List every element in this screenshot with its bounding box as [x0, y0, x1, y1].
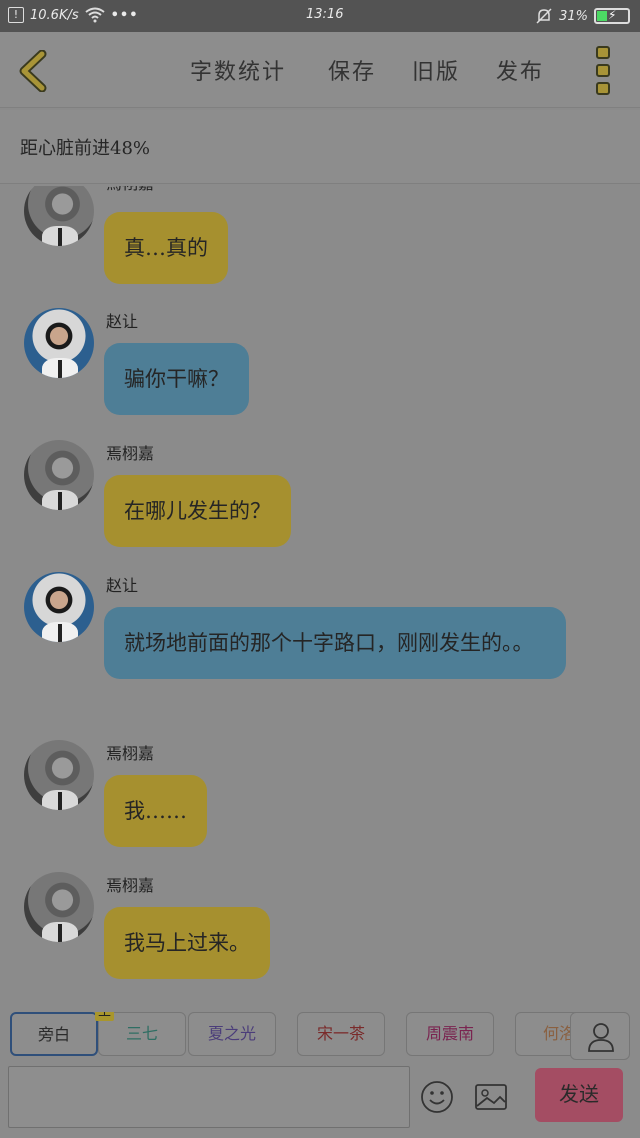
- person-icon: [588, 1023, 614, 1052]
- avatar[interactable]: [24, 440, 94, 510]
- sender-name: 焉栩嘉: [106, 744, 155, 763]
- status-left: ! 10.6K/s •••: [8, 7, 139, 23]
- bell-muted-icon: [536, 8, 552, 24]
- sender-name: 赵让: [106, 312, 139, 331]
- save-button[interactable]: 保存: [328, 54, 376, 86]
- role-narrator[interactable]: 旁白: [10, 1012, 98, 1056]
- more-menu-icon: [596, 46, 610, 59]
- role-xia-zhiguang[interactable]: 夏之光: [188, 1012, 276, 1056]
- avatar[interactable]: [24, 572, 94, 642]
- message-bubble[interactable]: 就场地前面的那个十字路口，刚刚发生的。。: [104, 607, 566, 679]
- battery-icon: ⚡: [594, 8, 630, 24]
- status-right: 31% ⚡: [535, 7, 630, 25]
- avatar[interactable]: [24, 186, 94, 246]
- sender-name: 赵让: [106, 576, 139, 595]
- role-selector[interactable]: 旁白 主 三七 夏之光 宋一茶 周震南 何洛: [0, 1012, 580, 1060]
- role-sanqi[interactable]: 主 三七: [95, 1012, 186, 1056]
- progress-text: 距心脏前进48%: [20, 138, 151, 159]
- sender-name: 焉栩嘉: [106, 444, 155, 463]
- old-version-button[interactable]: 旧版: [412, 54, 460, 86]
- composer-bar: 旁白 主 三七 夏之光 宋一茶 周震南 何洛: [0, 990, 640, 1138]
- top-toolbar: 字数统计 保存 旧版 发布: [0, 32, 640, 108]
- progress-banner: 距心脏前进48%: [0, 110, 640, 184]
- main-role-badge: 主: [95, 1012, 115, 1021]
- role-label: 旁白: [37, 1025, 70, 1044]
- status-time: 13:16: [306, 7, 344, 22]
- emoji-icon: [421, 1081, 453, 1113]
- sender-name: 焉栩嘉: [106, 876, 155, 895]
- message-bubble[interactable]: 我马上过来。: [104, 907, 270, 979]
- role-zhou-zhennan[interactable]: 周震南: [406, 1012, 494, 1056]
- role-label: 宋一茶: [316, 1024, 365, 1043]
- network-speed: 10.6K/s: [30, 7, 79, 23]
- chat-list[interactable]: 焉栩嘉 真…真的 赵让 骗你干嘛？ 焉栩嘉 在哪儿发生的？ 赵让 就场地前面的那…: [0, 186, 640, 990]
- send-button[interactable]: 发送: [535, 1068, 623, 1122]
- status-bar: ! 10.6K/s ••• 13:16 31% ⚡: [0, 0, 640, 32]
- role-manage-button[interactable]: [570, 1012, 630, 1060]
- avatar[interactable]: [24, 308, 94, 378]
- role-label: 夏之光: [207, 1024, 256, 1043]
- avatar[interactable]: [24, 740, 94, 810]
- battery-percent: 31%: [559, 8, 588, 24]
- emoji-button[interactable]: [420, 1080, 454, 1114]
- message-bubble[interactable]: 骗你干嘛？: [104, 343, 249, 415]
- sender-name: 焉栩嘉: [106, 186, 154, 194]
- message-bubble[interactable]: 真…真的: [104, 212, 228, 284]
- avatar[interactable]: [24, 872, 94, 942]
- message-input[interactable]: [8, 1066, 410, 1128]
- role-song-yicha[interactable]: 宋一茶: [297, 1012, 385, 1056]
- back-arrow-icon: [19, 49, 47, 93]
- back-button[interactable]: [16, 49, 52, 93]
- more-menu-button[interactable]: [596, 46, 612, 96]
- role-label: 三七: [125, 1024, 158, 1043]
- publish-button[interactable]: 发布: [496, 54, 544, 86]
- notification-icon: !: [8, 7, 24, 23]
- message-bubble[interactable]: 在哪儿发生的？: [104, 475, 291, 547]
- wifi-icon: [85, 7, 105, 23]
- image-icon: [475, 1084, 507, 1110]
- word-count-button[interactable]: 字数统计: [190, 54, 286, 86]
- message-bubble[interactable]: 我……: [104, 775, 207, 847]
- image-button[interactable]: [474, 1080, 508, 1114]
- role-label: 周震南: [425, 1024, 474, 1043]
- more-status-icon: •••: [110, 7, 139, 23]
